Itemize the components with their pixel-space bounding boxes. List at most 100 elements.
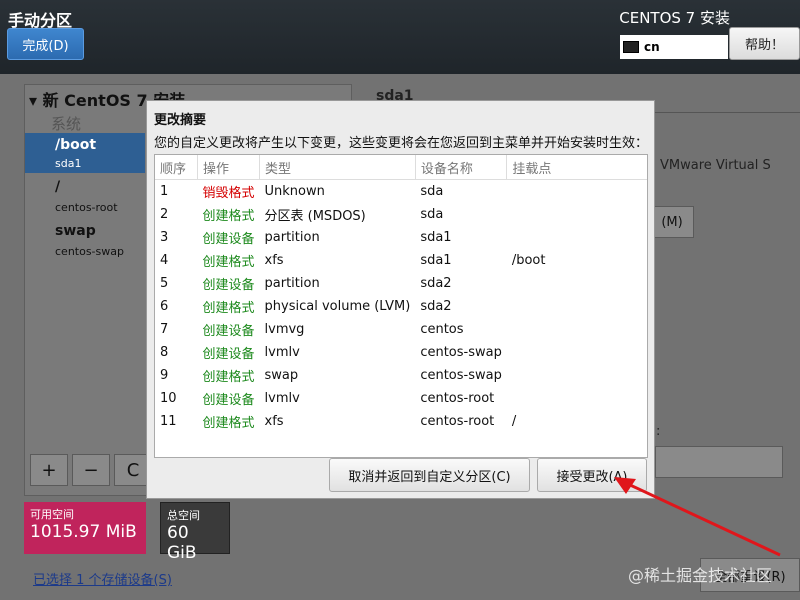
total-space-box: 总空间 60 GiB [160, 502, 230, 563]
dialog-title: 更改摘要 [154, 113, 207, 128]
row-action-cell: 创建设备 [202, 324, 255, 339]
column-header-type[interactable]: 类型 [259, 155, 416, 180]
row-order-cell: 3 [160, 230, 169, 245]
modify-button[interactable]: (M) [650, 206, 694, 238]
row-device-cell: centos-root [420, 391, 495, 406]
partition-toolbar: + − C [24, 454, 154, 488]
table-row: 1 销毁格式 Unknown sda [155, 180, 647, 204]
field-label-colon: : [656, 424, 661, 439]
mount-point-device: sda1 [55, 157, 82, 170]
available-space-box: 可用空间 1015.97 MiB [24, 502, 146, 554]
mount-point-name[interactable]: /boot [55, 137, 96, 153]
row-order-cell: 7 [160, 322, 169, 337]
column-header-mount[interactable]: 挂载点 [506, 155, 647, 180]
table-row: 10 创建设备 lvmlv centos-root [155, 387, 647, 410]
table-row: 8 创建设备 lvmlv centos-swap [155, 341, 647, 364]
row-device-cell: sda1 [420, 230, 452, 245]
done-button[interactable]: 完成(D) [7, 28, 84, 60]
row-mount-cell [507, 226, 647, 249]
row-order-cell: 10 [160, 391, 177, 406]
row-type-cell: lvmvg [264, 322, 305, 337]
row-type-cell: xfs [264, 253, 284, 268]
row-mount-cell [507, 364, 647, 387]
system-group-label: 系统 [51, 115, 82, 133]
row-order-cell: 1 [160, 184, 169, 199]
selected-storage-link[interactable]: 已选择 1 个存储设备(S) [33, 569, 172, 588]
table-header-row: 顺序 操作 类型 设备名称 挂载点 [155, 155, 647, 180]
row-type-cell: 分区表 (MSDOS) [264, 209, 366, 224]
mount-point-device: centos-swap [55, 245, 124, 258]
row-device-cell: sda [420, 184, 444, 199]
row-action-cell: 创建格式 [202, 255, 255, 270]
table-row: 2 创建格式 分区表 (MSDOS) sda [155, 203, 647, 226]
table-row: 4 创建格式 xfs sda1/boot [155, 249, 647, 272]
row-type-cell: lvmlv [264, 391, 300, 406]
row-mount-cell [507, 272, 647, 295]
table-row: 7 创建设备 lvmvg centos [155, 318, 647, 341]
row-type-cell: xfs [264, 414, 284, 429]
row-mount-cell: / [511, 414, 517, 429]
mount-point-name[interactable]: swap [55, 223, 96, 239]
row-order-cell: 6 [160, 299, 169, 314]
available-space-value: 1015.97 MiB [30, 522, 137, 542]
row-order-cell: 9 [160, 368, 169, 383]
mount-point-device: centos-root [55, 201, 118, 214]
column-header-action[interactable]: 操作 [197, 155, 261, 180]
row-mount-cell [507, 180, 647, 204]
accept-changes-button[interactable]: 接受更改(A) [537, 458, 647, 492]
dialog-description: 您的自定义更改将产生以下变更，这些变更将会在您返回到主菜单并开始安装时生效： [154, 136, 649, 151]
row-order-cell: 8 [160, 345, 169, 360]
mount-point-name[interactable]: / [55, 179, 60, 195]
total-space-value: 60 GiB [167, 523, 197, 563]
row-order-cell: 5 [160, 276, 169, 291]
total-space-label: 总空间 [167, 509, 200, 522]
row-action-cell: 创建格式 [202, 370, 255, 385]
row-device-cell: centos-swap [420, 345, 502, 360]
table-row: 3 创建设备 partition sda1 [155, 226, 647, 249]
row-mount-cell [507, 387, 647, 410]
keyboard-icon [623, 41, 639, 53]
row-action-cell: 创建格式 [202, 209, 255, 224]
row-action-cell: 创建设备 [202, 278, 255, 293]
help-button[interactable]: 帮助！ [729, 27, 800, 60]
row-order-cell: 4 [160, 253, 169, 268]
row-device-cell: centos-swap [420, 368, 502, 383]
row-mount-cell: /boot [511, 253, 546, 268]
watermark: @稀土掘金技术社区 [628, 566, 773, 585]
row-device-cell: sda2 [420, 299, 452, 314]
row-mount-cell [507, 203, 647, 226]
remove-partition-button[interactable]: − [72, 454, 110, 486]
row-order-cell: 11 [160, 414, 177, 429]
row-action-cell: 创建格式 [202, 301, 255, 316]
detail-input-field[interactable] [655, 446, 783, 478]
column-header-device[interactable]: 设备名称 [415, 155, 508, 180]
add-partition-button[interactable]: + [30, 454, 68, 486]
row-device-cell: centos [420, 322, 464, 337]
row-action-cell: 销毁格式 [202, 186, 255, 201]
row-device-cell: sda [420, 207, 444, 222]
row-action-cell: 创建设备 [202, 393, 255, 408]
row-type-cell: physical volume (LVM) [264, 299, 411, 314]
row-type-cell: partition [264, 276, 320, 291]
row-action-cell: 创建设备 [202, 232, 255, 247]
installer-title: CENTOS 7 安装 [619, 9, 730, 27]
top-header: 手动分区 完成(D) CENTOS 7 安装 cn 帮助！ [0, 0, 800, 74]
cancel-button[interactable]: 取消并返回到自定义分区(C) [329, 458, 530, 492]
row-mount-cell [507, 318, 647, 341]
row-device-cell: sda2 [420, 276, 452, 291]
row-device-cell: sda1 [420, 253, 452, 268]
available-space-label: 可用空间 [30, 508, 74, 521]
table-row: 5 创建设备 partition sda2 [155, 272, 647, 295]
table-row: 9 创建格式 swap centos-swap [155, 364, 647, 387]
row-order-cell: 2 [160, 207, 169, 222]
column-header-order[interactable]: 顺序 [155, 155, 198, 180]
row-mount-cell [507, 295, 647, 318]
device-description: VMware Virtual S [660, 158, 771, 173]
changes-table: 顺序 操作 类型 设备名称 挂载点 1 销毁格式 Unknown sda 2 创建格式 分区… [154, 154, 648, 458]
row-type-cell: partition [264, 230, 320, 245]
row-action-cell: 创建设备 [202, 347, 255, 362]
row-type-cell: Unknown [264, 184, 325, 199]
row-device-cell: centos-root [420, 414, 495, 429]
keyboard-layout-indicator[interactable]: cn [620, 35, 728, 59]
keyboard-layout-label: cn [644, 40, 660, 54]
